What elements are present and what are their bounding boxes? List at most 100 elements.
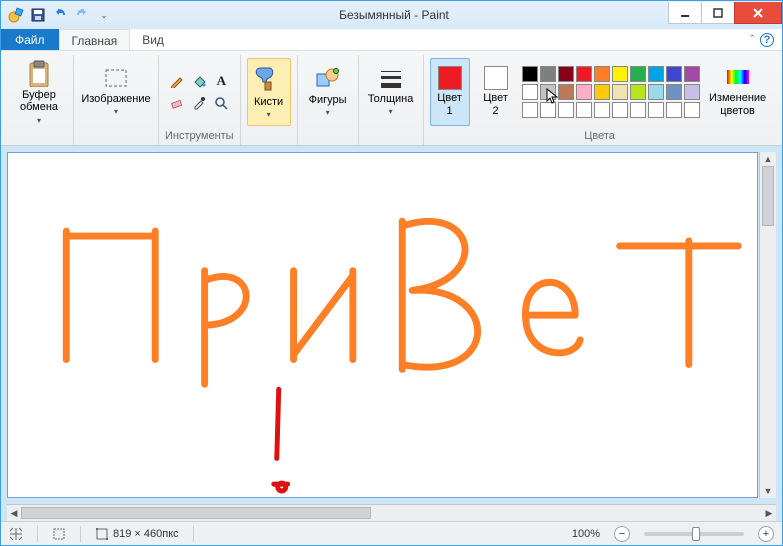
horizontal-scrollbar[interactable]: ◀ ▶ <box>7 504 776 521</box>
palette-swatch[interactable] <box>612 102 628 118</box>
palette-swatch[interactable] <box>558 102 574 118</box>
palette-swatch[interactable] <box>648 66 664 82</box>
undo-icon[interactable] <box>51 6 69 24</box>
image-label: Изображение <box>81 93 150 105</box>
chevron-down-icon: ▾ <box>267 110 271 119</box>
palette-swatch[interactable] <box>630 66 646 82</box>
color1-swatch <box>438 66 462 90</box>
window-controls <box>669 2 782 24</box>
group-size: Толщина ▾ <box>359 55 424 145</box>
palette-swatch[interactable] <box>684 84 700 100</box>
chevron-down-icon: ▾ <box>389 107 393 116</box>
zoom-in-button[interactable]: + <box>758 526 774 542</box>
redo-icon[interactable] <box>73 6 91 24</box>
palette-swatch[interactable] <box>648 84 664 100</box>
dimensions-text: 819 × 460пкс <box>113 528 179 540</box>
select-icon <box>103 67 129 91</box>
palette-swatch[interactable] <box>522 66 538 82</box>
clipboard-label: Буфер обмена <box>20 89 58 113</box>
tab-home[interactable]: Главная <box>59 29 131 50</box>
help-icon[interactable]: ? <box>760 33 774 47</box>
edit-colors-label: Изменение цветов <box>709 92 766 116</box>
close-button[interactable] <box>734 2 782 24</box>
palette-swatch[interactable] <box>522 102 538 118</box>
ribbon-collapse-icon[interactable]: ˆ <box>750 34 754 46</box>
palette-swatch[interactable] <box>684 102 700 118</box>
tools-group-label: Инструменты <box>165 128 234 145</box>
status-bar: 819 × 460пкс 100% − + <box>1 521 782 545</box>
shapes-label: Фигуры <box>309 94 347 106</box>
position-icon <box>9 527 23 541</box>
scroll-up-icon[interactable]: ▲ <box>760 152 776 166</box>
file-menu[interactable]: Файл <box>1 29 59 50</box>
palette-swatch[interactable] <box>630 84 646 100</box>
qat-customize-icon[interactable]: ⌄ <box>95 6 113 24</box>
colors-group-label: Цвета <box>584 128 615 145</box>
hscroll-thumb[interactable] <box>21 507 371 519</box>
canvas[interactable] <box>7 152 758 498</box>
quick-access-toolbar: ⌄ <box>1 6 119 24</box>
chevron-down-icon: ▾ <box>326 108 330 117</box>
palette-swatch[interactable] <box>576 66 592 82</box>
selection-size <box>52 527 66 541</box>
text-tool[interactable]: A <box>211 71 231 91</box>
color1-button[interactable]: Цвет 1 <box>430 58 470 126</box>
image-select-button[interactable]: Изображение ▾ <box>80 58 152 126</box>
ribbon: Буфер обмена ▾ Изображение ▾ <box>1 51 782 146</box>
scroll-down-icon[interactable]: ▼ <box>760 484 776 498</box>
palette-swatch[interactable] <box>594 84 610 100</box>
palette-swatch[interactable] <box>684 66 700 82</box>
app-icon <box>7 6 25 24</box>
palette-swatch[interactable] <box>594 66 610 82</box>
palette-swatch[interactable] <box>558 66 574 82</box>
size-button[interactable]: Толщина ▾ <box>365 58 417 126</box>
palette-swatch[interactable] <box>612 84 628 100</box>
brushes-button[interactable]: Кисти ▾ <box>247 58 291 126</box>
color-picker-tool[interactable] <box>189 93 209 113</box>
group-tools: A Инструменты <box>159 55 241 145</box>
palette-swatch[interactable] <box>540 66 556 82</box>
eraser-tool[interactable] <box>167 93 187 113</box>
palette-swatch[interactable] <box>576 102 592 118</box>
shapes-button[interactable]: Фигуры ▾ <box>304 58 352 126</box>
palette-swatch[interactable] <box>666 102 682 118</box>
maximize-button[interactable] <box>701 2 735 24</box>
minimize-button[interactable] <box>668 2 702 24</box>
selection-icon <box>52 527 66 541</box>
zoom-level: 100% <box>572 528 600 540</box>
scroll-left-icon[interactable]: ◀ <box>7 508 21 519</box>
edit-colors-button[interactable]: Изменение цветов <box>706 58 770 126</box>
clipboard-icon <box>26 59 52 88</box>
zoom-slider[interactable] <box>644 532 744 536</box>
palette-swatch[interactable] <box>666 66 682 82</box>
paint-window: ⌄ Безымянный - Paint Файл Главная Вид ˆ … <box>0 0 783 546</box>
clipboard-button[interactable]: Буфер обмена ▾ <box>11 58 67 126</box>
group-shapes: Фигуры ▾ <box>298 55 359 145</box>
zoom-out-button[interactable]: − <box>614 526 630 542</box>
palette-swatch[interactable] <box>594 102 610 118</box>
scroll-right-icon[interactable]: ▶ <box>762 508 776 519</box>
palette-swatch[interactable] <box>612 66 628 82</box>
brush-icon <box>255 64 283 94</box>
chevron-down-icon: ▾ <box>114 107 118 116</box>
magnifier-tool[interactable] <box>211 93 231 113</box>
pencil-tool[interactable] <box>167 71 187 91</box>
palette-swatch[interactable] <box>558 84 574 100</box>
shapes-icon <box>315 66 341 92</box>
tab-view[interactable]: Вид <box>130 29 176 50</box>
save-icon[interactable] <box>29 6 47 24</box>
vscroll-thumb[interactable] <box>762 166 774 226</box>
palette-swatch[interactable] <box>522 84 538 100</box>
palette-swatch[interactable] <box>576 84 592 100</box>
vertical-scrollbar[interactable]: ▲ ▼ <box>759 152 776 498</box>
color2-button[interactable]: Цвет 2 <box>476 58 516 126</box>
cursor-icon <box>546 88 560 106</box>
palette-swatch[interactable] <box>630 102 646 118</box>
fill-tool[interactable] <box>189 71 209 91</box>
palette-swatch[interactable] <box>648 102 664 118</box>
chevron-down-icon: ▾ <box>37 116 41 125</box>
color1-label: Цвет 1 <box>437 92 462 116</box>
palette-swatch[interactable] <box>666 84 682 100</box>
edit-colors-icon <box>725 66 751 90</box>
zoom-slider-knob[interactable] <box>692 527 700 541</box>
